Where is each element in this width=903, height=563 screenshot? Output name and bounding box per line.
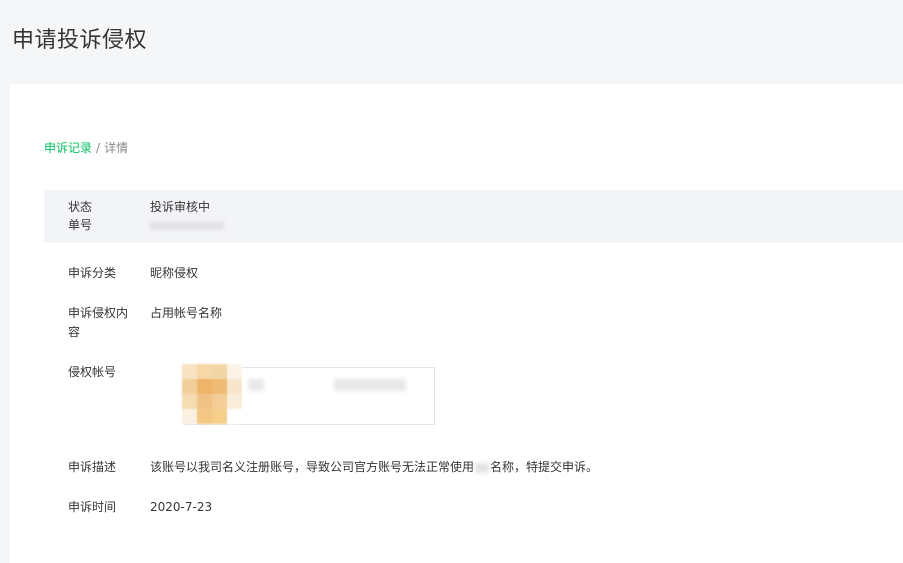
category-label: 申诉分类 [68, 266, 117, 280]
description-value: 该账号以我司名义注册账号，导致公司官方账号无法正常使用 名称，特提交申诉。 [150, 458, 598, 477]
redacted-description-word [475, 462, 490, 473]
description-label: 申诉描述 [68, 460, 117, 474]
number-value-redacted [150, 216, 224, 236]
description-text-start: 该账号以我司名义注册账号，导致公司官方账号无法正常使用 [150, 460, 475, 474]
redacted-number [150, 222, 224, 230]
breadcrumb-current: 详情 [104, 141, 129, 155]
time-value: 2020-7-23 [150, 500, 213, 514]
status-label: 状态 [68, 200, 93, 214]
content-value: 占用帐号名称 [150, 306, 223, 320]
description-text-end: 名称，特提交申诉。 [490, 460, 599, 474]
category-value: 昵称侵权 [150, 266, 199, 280]
breadcrumb-separator: / [96, 141, 101, 155]
account-label: 侵权帐号 [68, 365, 117, 379]
redacted-account-id [334, 379, 406, 391]
detail-card: 申诉记录 / 详情 状态 投诉审核中 单号 申诉分类 昵称侵权 申诉侵权内容 占用帐… [10, 84, 903, 563]
page-title: 申请投诉侵权 [12, 28, 148, 53]
page-header: 申请投诉侵权 [0, 0, 903, 84]
account-avatar-redacted [182, 364, 242, 424]
redacted-account-name [248, 379, 264, 391]
status-value: 投诉审核中 [150, 200, 211, 214]
number-label: 单号 [68, 218, 93, 232]
breadcrumb-appeal-records-link[interactable]: 申诉记录 [44, 141, 92, 155]
breadcrumb: 申诉记录 / 详情 [44, 140, 128, 156]
content-label: 申诉侵权内容 [68, 306, 129, 339]
time-label: 申诉时间 [68, 500, 117, 514]
